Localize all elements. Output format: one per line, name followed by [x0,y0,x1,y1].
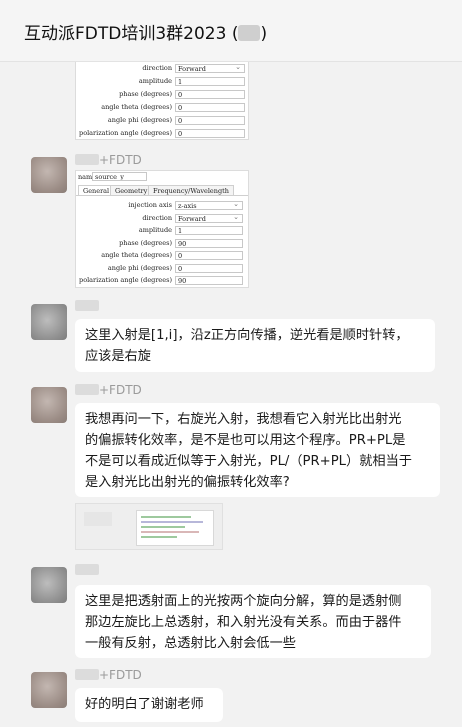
sender-name[interactable]: +FDTD [75,668,142,682]
property-label: amplitude [138,226,172,234]
property-field: 90 [175,276,243,285]
property-label: angle theta (degrees) [101,103,172,111]
property-label: direction [142,213,172,222]
property-field: 0 [175,103,245,112]
message-line: 应该是右旋 [85,349,151,364]
sender-name[interactable] [75,563,99,577]
avatar[interactable] [31,157,67,193]
message-bubble[interactable]: 这里是把透射面上的光按两个旋向分解，算的是透射侧 那边左旋比上总透射，和入射光没… [75,585,431,658]
message-line: 这里是把透射面上的光按两个旋向分解，算的是透射侧 [85,594,402,609]
message-line: 的偏振转化效率，是不是也可以用这个程序。PR+PL是 [85,433,406,448]
avatar[interactable] [31,387,67,423]
sender-name[interactable] [75,299,99,313]
property-label: polarization angle (degrees) [79,129,172,137]
property-field: z-axis [175,201,243,210]
avatar[interactable] [31,304,67,340]
message-line: 我想再问一下，右旋光入射，我想看它入射光比出射光 [85,412,402,427]
image-message-source-settings-2[interactable]: name source_y General Geometry Frequency… [75,170,249,288]
image-message-source-settings-1[interactable]: directionForwardamplitude1phase (degrees… [75,62,249,140]
property-field: 0 [175,116,245,125]
name-field: source_y [92,172,147,181]
property-label: injection axis [128,201,172,209]
message-line: 那边左旋比上总透射，和入射光没有关系。而由于器件 [85,615,402,630]
message-line: 好的明白了谢谢老师 [85,697,204,712]
property-field: 0 [175,90,245,99]
sender-name[interactable]: +FDTD [75,383,142,397]
message-line: 是入射光比出射光的偏振转化效率? [85,475,290,490]
property-label: amplitude [138,77,172,85]
property-field: 0 [175,251,243,260]
property-label: angle phi (degrees) [107,263,172,272]
message-bubble[interactable]: 我想再问一下，右旋光入射，我想看它入射光比出射光 的偏振转化效率，是不是也可以用… [75,403,440,497]
property-field: 0 [175,129,245,138]
avatar[interactable] [31,567,67,603]
property-label: phase (degrees) [119,90,172,98]
avatar[interactable] [31,672,67,708]
message-line: 不是可以看成近似等于入射光，PL/（PR+PL）就相当于 [85,454,412,469]
message-line: 这里入射是[1,i]，沿z正方向传播，逆光看是顺时针转， [85,328,409,343]
property-field: Forward [175,213,243,223]
message-line: 一般有反射，总透射比入射会低一些 [85,636,296,651]
property-field: 1 [175,77,245,86]
property-label: direction [142,64,172,72]
message-bubble[interactable]: 好的明白了谢谢老师 [75,688,223,722]
message-bubble[interactable]: 这里入射是[1,i]，沿z正方向传播，逆光看是顺时针转， 应该是右旋 [75,319,435,372]
property-label: polarization angle (degrees) [79,276,172,284]
property-label: phase (degrees) [119,238,172,247]
sender-name[interactable]: +FDTD [75,153,142,167]
property-field: 1 [175,226,243,235]
chat-title[interactable]: 互动派FDTD培训3群2023 () [24,19,267,44]
property-label: angle phi (degrees) [107,116,172,124]
redacted-name [238,25,261,41]
property-field: 90 [175,238,243,248]
image-message-thumbnail[interactable] [75,503,223,550]
chat-header: 互动派FDTD培训3群2023 () [0,0,462,62]
property-label: angle theta (degrees) [101,251,172,259]
property-field: 0 [175,263,243,273]
property-field: Forward [175,64,245,73]
